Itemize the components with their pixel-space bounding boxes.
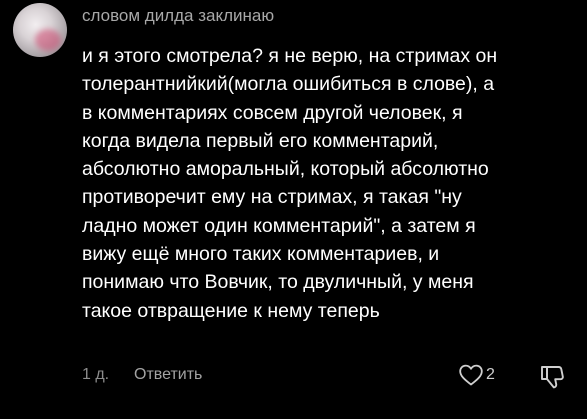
timestamp: 1 д. <box>82 366 110 383</box>
comment-text-line: противоречит ему на стримах, я такая "ну <box>82 186 462 209</box>
comment-text-line: толерантнийкий(могла ошибиться в слове),… <box>82 73 495 96</box>
thumbs-down-icon <box>541 366 564 389</box>
like-count: 2 <box>486 366 495 383</box>
comment-text: и я этого смотрела? я не верю, на стрима… <box>82 42 582 325</box>
comment-text-line: в комментариях совсем другой человек, я <box>82 101 463 124</box>
comment-text-line: и я этого смотрела? я не верю, на стрима… <box>82 45 498 67</box>
like-button[interactable] <box>458 363 484 387</box>
username[interactable]: словом дилда заклинаю <box>82 6 274 26</box>
dislike-button[interactable] <box>538 363 566 391</box>
comment-text-line: ладно может один комментарий", а затем я <box>82 214 476 237</box>
comment-text-line: вижу ещё много таких комментариев, и <box>82 243 440 266</box>
heart-outline-icon <box>459 364 483 386</box>
reply-button[interactable]: Ответить <box>134 366 202 384</box>
comment-text-line: абсолютно аморальный, который абсолютно <box>82 158 489 181</box>
comment-text-line: понимаю что Вовчик, то двуличный, у меня <box>82 271 474 294</box>
comment-actions: 1 д. Ответить 2 <box>82 363 582 391</box>
comment-text-line: когда видела первый его комментарий, <box>82 129 439 152</box>
comment: словом дилда заклинаю и я этого смотрела… <box>0 0 587 419</box>
comment-text-line: такое отвращение к нему теперь <box>82 299 380 322</box>
avatar[interactable] <box>13 3 67 57</box>
